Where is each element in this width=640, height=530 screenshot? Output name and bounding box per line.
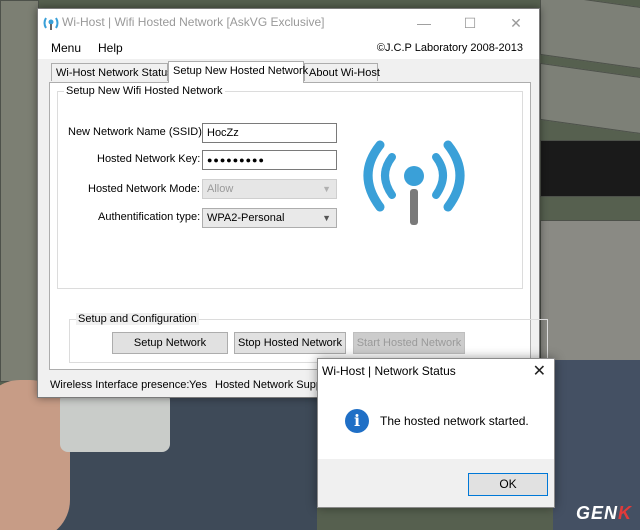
stop-hosted-network-button[interactable]: Stop Hosted Network	[234, 332, 346, 354]
menu-bar: Menu Help ©J.C.P Laboratory 2008-2013	[38, 37, 539, 59]
main-window: Wi-Host | Wifi Hosted Network [AskVG Exc…	[37, 8, 548, 398]
watermark-logo: GENK	[575, 503, 632, 523]
dialog-title: Wi-Host | Network Status	[322, 364, 456, 378]
copyright-text: ©J.C.P Laboratory 2008-2013	[376, 42, 523, 54]
minimize-button[interactable]: —	[401, 9, 447, 37]
setup-network-button[interactable]: Setup Network	[112, 332, 228, 354]
window-title: Wi-Host | Wifi Hosted Network [AskVG Exc…	[62, 15, 325, 29]
menu-item-help[interactable]: Help	[98, 41, 123, 55]
ok-button[interactable]: OK	[468, 473, 548, 496]
setup-group: Setup New Wifi Hosted Network New Networ…	[57, 85, 523, 289]
wifi-broadcast-icon	[363, 140, 465, 225]
ssid-input[interactable]: HocZz	[202, 123, 337, 143]
information-icon: i	[345, 409, 369, 433]
dialog-body: i The hosted network started.	[318, 387, 554, 459]
title-bar[interactable]: Wi-Host | Wifi Hosted Network [AskVG Exc…	[38, 9, 539, 37]
tab-about[interactable]: About Wi-Host	[304, 63, 380, 81]
mode-select: Allow ▼	[202, 179, 337, 199]
close-icon[interactable]: ✕	[533, 361, 546, 381]
dialog-message: The hosted network started.	[380, 414, 529, 428]
interface-presence-value: Yes	[189, 379, 207, 391]
chevron-down-icon: ▼	[322, 184, 331, 194]
config-group: Setup and Configuration Setup Network St…	[69, 313, 548, 363]
config-group-title: Setup and Configuration	[76, 313, 199, 325]
mode-value: Allow	[207, 183, 234, 195]
mode-label: Hosted Network Mode:	[88, 183, 200, 195]
key-input[interactable]: ●●●●●●●●●	[202, 150, 337, 170]
auth-select[interactable]: WPA2-Personal ▼	[202, 208, 337, 228]
tab-setup-network[interactable]: Setup New Hosted Network	[168, 61, 308, 83]
tab-network-status[interactable]: Wi-Host Network Status	[51, 63, 173, 81]
menu-item-menu[interactable]: Menu	[51, 41, 81, 55]
close-button[interactable]: ✕	[493, 9, 539, 37]
interface-presence-label: Wireless Interface presence:	[50, 379, 190, 391]
network-status-dialog: Wi-Host | Network Status ✕ i The hosted …	[317, 358, 555, 508]
ssid-label: New Network Name (SSID):	[68, 126, 205, 138]
hosted-network-support-label: Hosted Network Suppo	[215, 379, 329, 391]
auth-value: WPA2-Personal	[207, 212, 285, 224]
auth-label: Authentification type:	[98, 211, 201, 223]
wifi-app-icon	[43, 17, 59, 30]
chevron-down-icon: ▼	[322, 213, 331, 223]
start-hosted-network-button: Start Hosted Network	[353, 332, 465, 354]
dialog-footer: OK	[318, 459, 554, 507]
maximize-button[interactable]: ☐	[447, 9, 493, 37]
setup-group-title: Setup New Wifi Hosted Network	[64, 85, 225, 97]
key-label: Hosted Network Key:	[97, 153, 201, 165]
